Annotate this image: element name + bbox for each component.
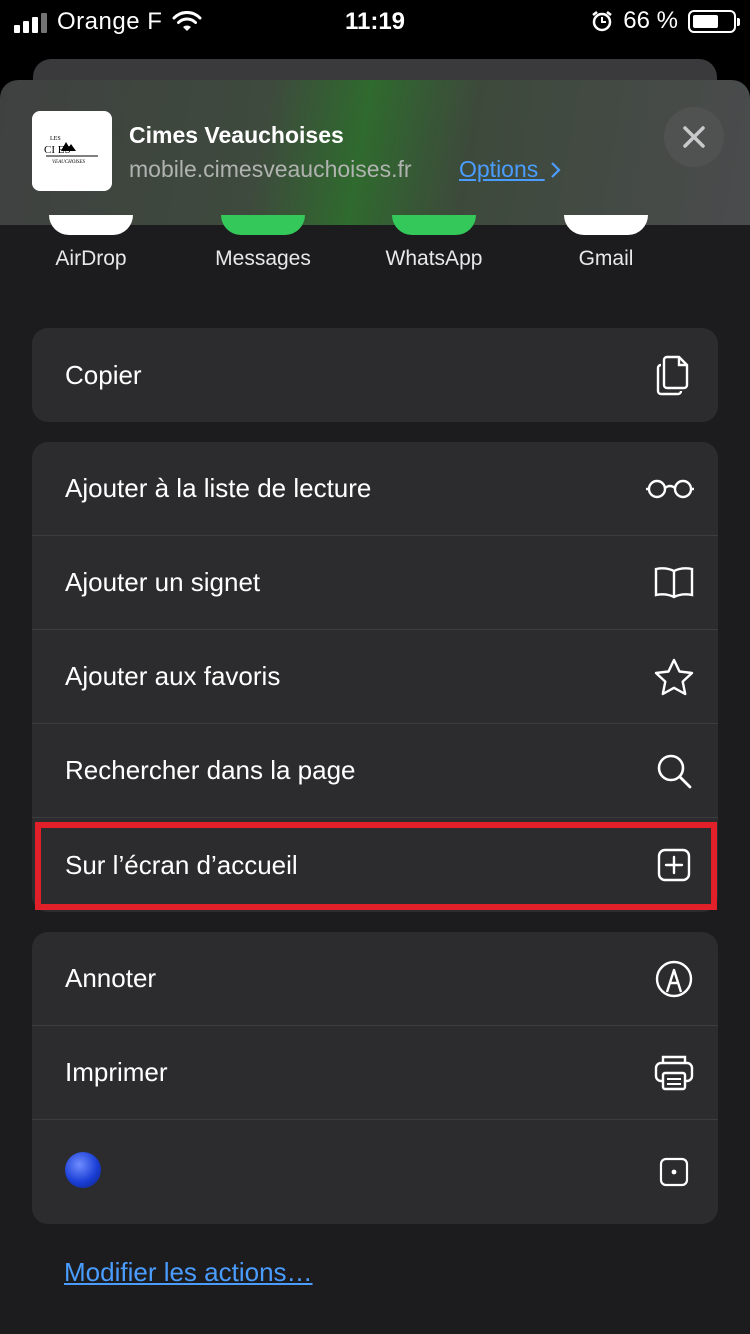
action-print[interactable]: Imprimer xyxy=(32,1026,718,1120)
battery-percent: 66 % xyxy=(623,7,678,34)
action-label: Ajouter à la liste de lecture xyxy=(65,473,372,503)
messages-app-icon xyxy=(221,215,305,235)
share-sheet: LES CI ES VEAUCHOISES Cimes Veauchoises … xyxy=(0,80,750,1334)
action-reading-list[interactable]: Ajouter à la liste de lecture xyxy=(32,442,718,536)
dot-square-icon xyxy=(652,1150,696,1194)
app-label: AirDrop xyxy=(55,247,127,270)
modify-actions-link[interactable]: Modifier les actions… xyxy=(64,1257,313,1288)
star-icon xyxy=(652,655,696,699)
highlight-box xyxy=(35,822,717,910)
site-title: Cimes Veauchoises xyxy=(129,122,344,148)
share-apps-row: AirDrop Messages WhatsApp Gmail Me xyxy=(0,215,750,285)
action-copy[interactable]: Copier xyxy=(32,328,718,422)
close-button[interactable] xyxy=(664,107,724,167)
glasses-icon xyxy=(644,467,696,511)
search-icon xyxy=(652,749,696,793)
action-extension[interactable] xyxy=(32,1120,718,1224)
action-find-in-page[interactable]: Rechercher dans la page xyxy=(32,724,718,818)
options-label: Options xyxy=(459,156,539,182)
app-label: WhatsApp xyxy=(385,247,483,270)
markup-icon xyxy=(652,957,696,1001)
site-thumbnail: LES CI ES VEAUCHOISES xyxy=(32,111,112,191)
blue-dot-icon xyxy=(65,1152,101,1188)
action-group-extra: Annoter Imprimer xyxy=(32,932,718,1224)
action-label: Rechercher dans la page xyxy=(65,755,356,785)
status-bar: Orange F 11:19 66 % xyxy=(0,0,750,44)
action-markup[interactable]: Annoter xyxy=(32,932,718,1026)
options-link[interactable]: Options xyxy=(459,156,561,183)
site-logo-icon: LES CI ES VEAUCHOISES xyxy=(44,136,98,165)
action-label: Ajouter un signet xyxy=(65,567,261,597)
whatsapp-app-icon xyxy=(392,215,476,235)
status-right: 66 % xyxy=(591,7,740,35)
app-label: Gmail xyxy=(578,247,634,270)
share-header: LES CI ES VEAUCHOISES Cimes Veauchoises … xyxy=(0,80,750,225)
site-url: mobile.cimesveauchoises.fr xyxy=(129,156,412,182)
battery-icon xyxy=(688,9,740,33)
app-label: Messages xyxy=(215,247,311,270)
logo-text-bottom: VEAUCHOISES xyxy=(52,160,86,165)
action-label: Annoter xyxy=(65,963,157,993)
action-label: Ajouter aux favoris xyxy=(65,661,281,691)
alarm-icon xyxy=(592,11,613,32)
action-bookmark[interactable]: Ajouter un signet xyxy=(32,536,718,630)
action-favorites[interactable]: Ajouter aux favoris xyxy=(32,630,718,724)
chevron-right-icon xyxy=(550,162,561,178)
copy-icon xyxy=(652,353,696,397)
action-label: Imprimer xyxy=(65,1057,168,1087)
action-label: Copier xyxy=(65,359,142,390)
close-icon xyxy=(683,126,705,148)
logo-text-top: LES xyxy=(50,136,61,142)
airdrop-app-icon xyxy=(49,215,133,235)
book-icon xyxy=(652,561,696,605)
printer-icon xyxy=(652,1051,696,1095)
battery-fill xyxy=(693,14,719,28)
gmail-app-icon xyxy=(564,215,648,235)
action-group-copy: Copier xyxy=(32,328,718,422)
